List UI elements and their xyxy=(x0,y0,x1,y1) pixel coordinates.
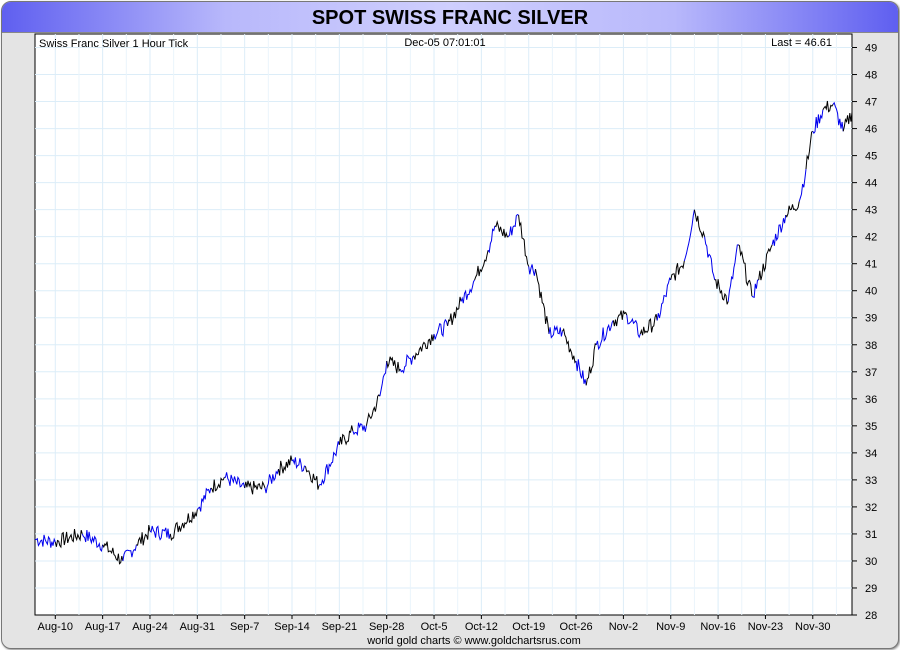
footer-credit: world gold charts © www.goldchartsrus.co… xyxy=(366,635,581,647)
x-tick-label: Nov-2 xyxy=(609,621,638,633)
y-tick-label: 30 xyxy=(865,556,877,568)
y-tick-label: 47 xyxy=(865,97,877,109)
y-tick-label: 35 xyxy=(865,421,877,433)
x-tick-label: Sep-7 xyxy=(230,621,259,633)
x-tick-label: Sep-14 xyxy=(274,621,309,633)
x-tick-label: Sep-21 xyxy=(322,621,357,633)
y-tick-label: 43 xyxy=(865,205,877,217)
y-tick-label: 39 xyxy=(865,313,877,325)
y-tick-label: 32 xyxy=(865,502,877,514)
x-tick-label: Nov-30 xyxy=(795,621,830,633)
last-price: Last = 46.61 xyxy=(771,37,832,49)
x-tick-label: Nov-16 xyxy=(700,621,735,633)
x-tick-label: Oct-26 xyxy=(560,621,593,633)
x-tick-label: Nov-9 xyxy=(656,621,685,633)
y-tick-label: 46 xyxy=(865,124,877,136)
y-tick-label: 33 xyxy=(865,475,877,487)
y-tick-label: 36 xyxy=(865,394,877,406)
y-tick-label: 48 xyxy=(865,70,877,82)
chart-title: Swiss Franc Silver 1 Hour Tick xyxy=(39,38,189,50)
x-tick-label: Oct-19 xyxy=(512,621,545,633)
x-tick-label: Aug-24 xyxy=(132,621,167,633)
x-tick-label: Aug-31 xyxy=(180,621,215,633)
x-tick-label: Aug-10 xyxy=(38,621,73,633)
plot-area xyxy=(34,33,853,616)
x-tick-label: Oct-12 xyxy=(465,621,498,633)
x-tick-label: Sep-28 xyxy=(369,621,404,633)
y-tick-label: 37 xyxy=(865,367,877,379)
y-tick-label: 44 xyxy=(865,178,877,190)
timestamp: Dec-05 07:01:01 xyxy=(404,37,485,49)
y-tick-label: 28 xyxy=(865,610,877,622)
y-tick-label: 38 xyxy=(865,340,877,352)
y-tick-label: 29 xyxy=(865,583,877,595)
y-tick-label: 34 xyxy=(865,448,877,460)
x-tick-label: Aug-17 xyxy=(85,621,120,633)
y-tick-label: 42 xyxy=(865,232,877,244)
y-tick-label: 45 xyxy=(865,151,877,163)
x-tick-label: Oct-5 xyxy=(421,621,448,633)
y-tick-label: 41 xyxy=(865,259,877,271)
y-tick-label: 40 xyxy=(865,286,877,298)
y-tick-label: 31 xyxy=(865,529,877,541)
price-chart: 28 29 30 31 32 33 34 35 36 37 38 39 40 41 42 43 44 45 46 47… xyxy=(34,33,877,647)
x-tick-label: Nov-23 xyxy=(748,621,783,633)
y-tick-label: 49 xyxy=(865,43,877,55)
